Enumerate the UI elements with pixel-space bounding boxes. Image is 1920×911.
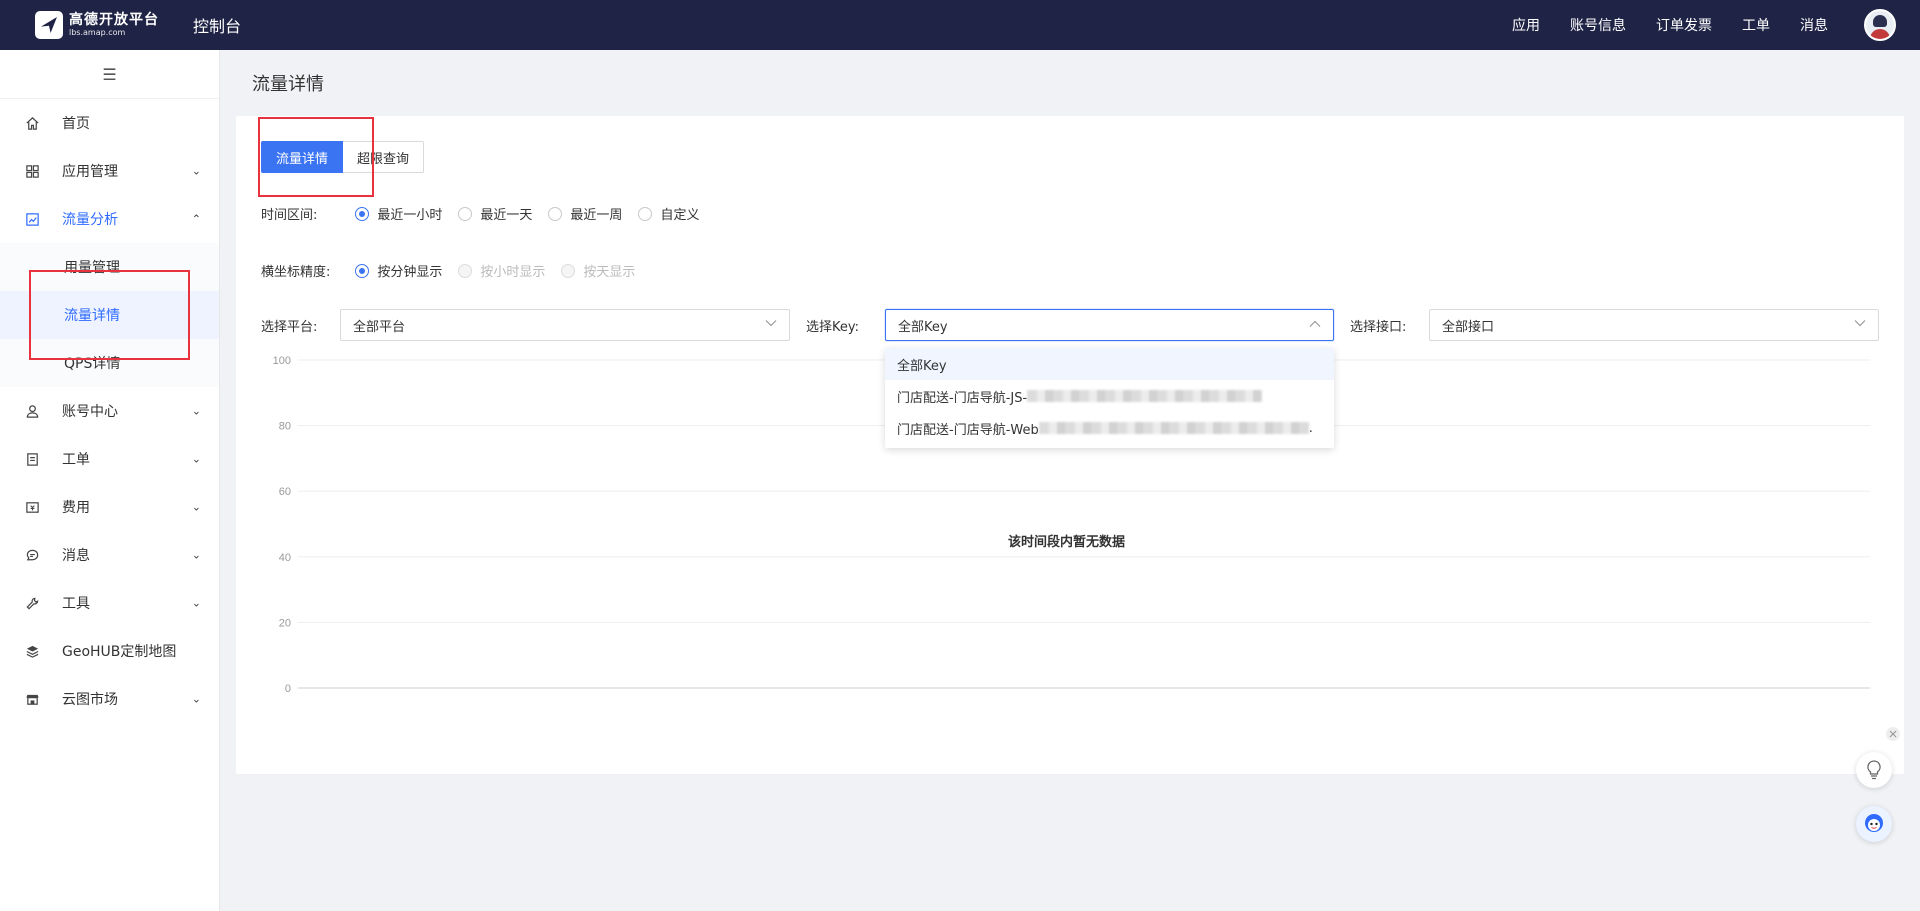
sidebar-item-cloud-market[interactable]: 云图市场 ⌄ xyxy=(0,675,219,723)
highlight-box-sidebar xyxy=(29,270,190,360)
layers-icon xyxy=(24,643,40,659)
nav-link-apps[interactable]: 应用 xyxy=(1512,15,1540,35)
time-range-row: 时间区间: 最近一小时 最近一天 最近一周 自定义 xyxy=(261,204,715,223)
logo[interactable]: 高德开放平台 lbs.amap.com xyxy=(35,11,159,39)
highlight-box-tab xyxy=(258,117,374,197)
user-avatar[interactable] xyxy=(1864,9,1896,41)
chevron-down-icon xyxy=(1854,320,1866,331)
api-label: 选择接口: xyxy=(1350,320,1407,335)
chevron-down-icon: ⌄ xyxy=(191,596,201,610)
nav-link-messages[interactable]: 消息 xyxy=(1800,15,1828,35)
amap-logo-icon xyxy=(35,11,63,39)
chevron-up-icon xyxy=(1309,320,1321,331)
radio-custom[interactable]: 自定义 xyxy=(638,204,699,223)
sidebar-item-label: 工单 xyxy=(62,452,90,468)
api-select-value: 全部接口 xyxy=(1442,319,1495,335)
chevron-down-icon: ⌄ xyxy=(191,404,201,418)
nav-link-invoices[interactable]: 订单发票 xyxy=(1656,15,1712,35)
sidebar-item-label: 首页 xyxy=(62,116,90,132)
sidebar-item-label: 费用 xyxy=(62,500,90,516)
api-select[interactable]: 全部接口 xyxy=(1429,309,1879,341)
menu-collapse-icon[interactable]: ☰ xyxy=(0,50,219,99)
sidebar-item-messages[interactable]: 消息 ⌄ xyxy=(0,531,219,579)
assistant-avatar-icon[interactable] xyxy=(1856,806,1892,842)
radio-last-day[interactable]: 最近一天 xyxy=(458,204,532,223)
sidebar-item-fees[interactable]: 费用 ⌄ xyxy=(0,483,219,531)
precision-label: 横坐标精度: xyxy=(261,265,331,280)
radio-by-hour: 按小时显示 xyxy=(458,261,545,280)
key-select[interactable]: 全部Key xyxy=(885,309,1334,341)
chevron-down-icon: ⌄ xyxy=(191,548,201,562)
dropdown-option-all-keys[interactable]: 全部Key xyxy=(885,348,1334,380)
sidebar-item-tools[interactable]: 工具 ⌄ xyxy=(0,579,219,627)
close-icon[interactable] xyxy=(1886,727,1900,741)
chevron-up-icon: ⌃ xyxy=(191,212,201,226)
sidebar-item-tickets[interactable]: 工单 ⌄ xyxy=(0,435,219,483)
sidebar-item-account-center[interactable]: 账号中心 ⌄ xyxy=(0,387,219,435)
key-label: 选择Key: xyxy=(806,320,860,335)
apps-icon xyxy=(24,163,40,179)
sidebar-item-label: 应用管理 xyxy=(62,164,118,180)
radio-last-week[interactable]: 最近一周 xyxy=(548,204,622,223)
platform-select-value: 全部平台 xyxy=(353,319,406,335)
sidebar-item-label: 云图市场 xyxy=(62,692,118,708)
sidebar-item-traffic-analysis[interactable]: 流量分析 ⌃ xyxy=(0,195,219,243)
sidebar-item-label: 消息 xyxy=(62,548,90,564)
dropdown-option-js-key[interactable]: 门店配送-门店导航-JS- xyxy=(885,380,1334,412)
chevron-down-icon: ⌄ xyxy=(191,500,201,514)
console-title[interactable]: 控制台 xyxy=(193,13,241,37)
sidebar-item-label: 工具 xyxy=(62,596,90,612)
no-data-message: 该时间段内暂无数据 xyxy=(1008,535,1126,550)
key-select-value: 全部Key xyxy=(898,319,948,335)
chevron-down-icon: ⌄ xyxy=(191,164,201,178)
lightbulb-icon[interactable] xyxy=(1856,752,1892,788)
message-icon xyxy=(24,547,40,563)
logo-title: 高德开放平台 xyxy=(69,12,159,28)
sidebar-item-label: 流量分析 xyxy=(62,212,118,228)
wrench-icon xyxy=(24,595,40,611)
redacted-key xyxy=(1027,390,1263,402)
home-icon xyxy=(24,115,40,131)
sidebar-item-app-management[interactable]: 应用管理 ⌄ xyxy=(0,147,219,195)
nav-link-tickets[interactable]: 工单 xyxy=(1742,15,1770,35)
radio-by-minute[interactable]: 按分钟显示 xyxy=(355,261,442,280)
sidebar: ☰ 首页 应用管理 ⌄ 流量分析 ⌃ 用量管理 流量详情 QPS详情 账号中心 … xyxy=(0,50,220,911)
time-range-label: 时间区间: xyxy=(261,208,318,223)
ticket-icon xyxy=(24,451,40,467)
sidebar-item-geohub[interactable]: GeoHUB定制地图 xyxy=(0,627,219,675)
precision-row: 横坐标精度: 按分钟显示 按小时显示 按天显示 xyxy=(261,261,651,280)
key-dropdown: 全部Key 门店配送-门店导航-JS- 门店配送-门店导航-Web. xyxy=(885,348,1334,448)
fee-icon xyxy=(24,499,40,515)
chevron-down-icon: ⌄ xyxy=(191,692,201,706)
redacted-key xyxy=(1038,422,1309,434)
chevron-down-icon: ⌄ xyxy=(191,452,201,466)
platform-select[interactable]: 全部平台 xyxy=(340,309,790,341)
radio-by-day: 按天显示 xyxy=(561,261,635,280)
chevron-down-icon xyxy=(765,320,777,331)
sidebar-item-home[interactable]: 首页 xyxy=(0,99,219,147)
nav-link-account-info[interactable]: 账号信息 xyxy=(1570,15,1626,35)
store-icon xyxy=(24,691,40,707)
sidebar-item-label: 账号中心 xyxy=(62,404,118,420)
top-nav: 高德开放平台 lbs.amap.com 控制台 应用 账号信息 订单发票 工单 … xyxy=(0,0,1920,50)
platform-label: 选择平台: xyxy=(261,320,318,335)
dropdown-option-web-key[interactable]: 门店配送-门店导航-Web. xyxy=(885,412,1334,444)
user-icon xyxy=(24,403,40,419)
sidebar-item-label: GeoHUB定制地图 xyxy=(62,644,177,660)
page-title: 流量详情 xyxy=(252,74,324,95)
chart-icon xyxy=(24,211,40,227)
logo-subtitle: lbs.amap.com xyxy=(69,28,126,37)
radio-last-hour[interactable]: 最近一小时 xyxy=(355,204,442,223)
